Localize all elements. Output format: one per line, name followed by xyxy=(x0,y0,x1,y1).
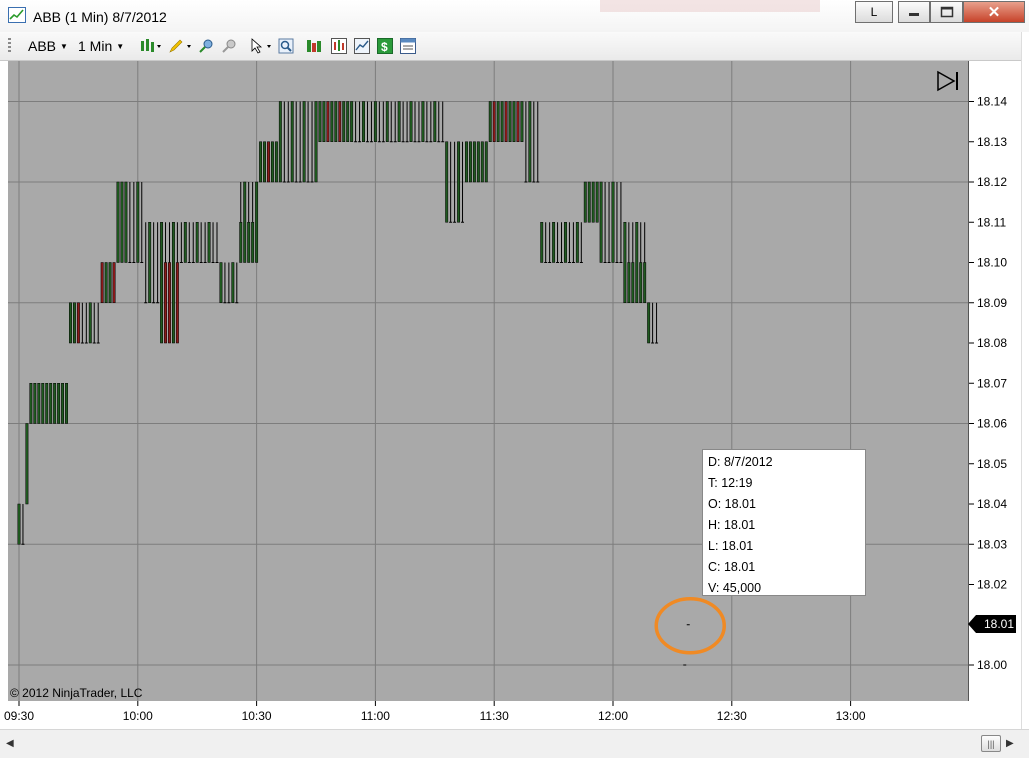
zoom-out-icon[interactable] xyxy=(221,38,237,54)
chevron-down-icon: ▼ xyxy=(116,41,125,51)
bar-style-icon[interactable] xyxy=(140,38,162,54)
cursor-icon[interactable] xyxy=(250,38,274,54)
link-button[interactable]: L xyxy=(855,1,893,23)
magnify-icon[interactable] xyxy=(278,38,294,54)
scroll-thumb[interactable]: ||| xyxy=(981,735,1001,752)
chart-trader-icon[interactable] xyxy=(354,38,370,54)
instrument-label: ABB xyxy=(28,38,57,54)
background-window-ghost xyxy=(600,0,820,12)
interval-selector[interactable]: 1 Min ▼ xyxy=(78,37,124,55)
indicators-icon[interactable] xyxy=(331,38,347,54)
maximize-icon xyxy=(940,6,953,18)
close-button[interactable]: ✕ xyxy=(963,1,1025,23)
copyright-notice: © 2012 NinjaTrader, LLC xyxy=(10,686,143,700)
chevron-down-icon: ▼ xyxy=(60,41,68,51)
data-box: D: 8/7/2012 T: 12:19 O: 18.01 H: 18.01 L… xyxy=(702,449,866,596)
instrument-selector[interactable]: ABB ▼ xyxy=(28,37,68,55)
zoom-in-icon[interactable] xyxy=(198,38,214,54)
databox-date: D: 8/7/2012 xyxy=(708,455,773,469)
window-edge xyxy=(1021,32,1029,729)
chart-app-icon xyxy=(8,7,26,23)
databox-volume: V: 45,000 xyxy=(708,581,762,595)
price-axis[interactable] xyxy=(969,61,1021,701)
chart-toolbar: ABB ▼ 1 Min ▼ $ xyxy=(0,32,1029,61)
svg-text:$: $ xyxy=(381,40,388,54)
databox-low: L: 18.01 xyxy=(708,539,754,553)
close-icon: ✕ xyxy=(987,4,1001,21)
databox-open: O: 18.01 xyxy=(708,497,756,511)
strategies-icon[interactable] xyxy=(306,38,322,54)
toolbar-grip[interactable] xyxy=(8,38,11,54)
properties-icon[interactable] xyxy=(400,38,416,54)
minimize-button[interactable] xyxy=(898,1,930,23)
databox-close: C: 18.01 xyxy=(708,560,756,574)
chart-panel[interactable] xyxy=(8,61,969,701)
databox-time: T: 12:19 xyxy=(708,476,753,490)
databox-high: H: 18.01 xyxy=(708,518,756,532)
draw-pencil-icon[interactable] xyxy=(168,38,192,54)
maximize-button[interactable] xyxy=(930,1,963,23)
title-bar: ABB (1 Min) 8/7/2012 L ✕ xyxy=(0,0,1029,32)
scroll-left-arrow-icon[interactable]: ◀ xyxy=(6,738,14,749)
window-title: ABB (1 Min) 8/7/2012 xyxy=(33,9,167,25)
money-icon[interactable]: $ xyxy=(377,38,393,54)
last-price-pointer xyxy=(968,615,976,633)
minimize-icon xyxy=(909,13,919,16)
interval-label: 1 Min xyxy=(78,38,113,54)
scroll-right-arrow-icon[interactable]: ▶ xyxy=(1006,738,1014,749)
time-axis[interactable] xyxy=(8,701,1021,728)
last-price-label: 18.01 xyxy=(976,615,1016,633)
horizontal-scrollbar[interactable]: ◀ ||| ▶ xyxy=(0,729,1029,758)
